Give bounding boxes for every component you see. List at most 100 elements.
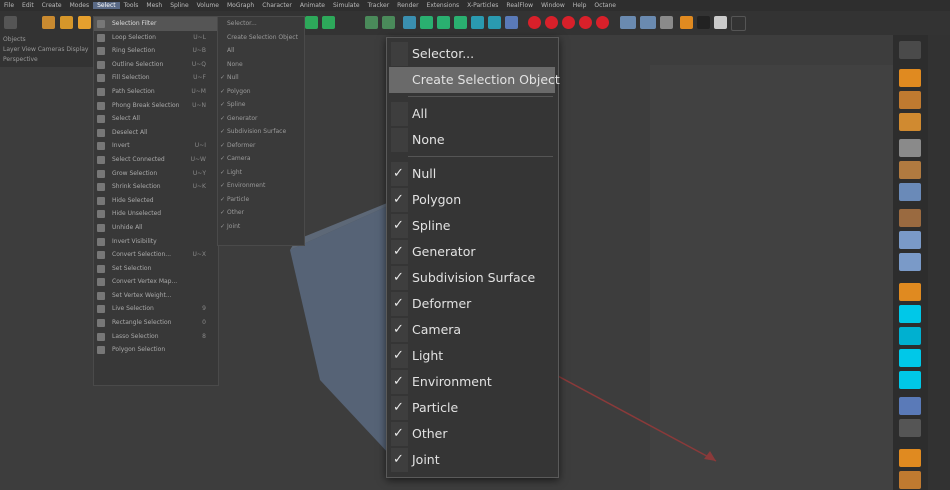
filter-deformer[interactable]: ✓ Deformer xyxy=(389,291,555,317)
menu-item-hide-selected[interactable]: Hide Selected xyxy=(94,194,218,208)
menu-item-path-selection[interactable]: Path Selection U~M xyxy=(94,85,218,99)
move-icon[interactable] xyxy=(42,16,55,29)
menu-octane[interactable]: Octane xyxy=(590,2,620,9)
light-icon[interactable] xyxy=(680,16,693,29)
bg-item[interactable]: None xyxy=(218,58,304,72)
filter-spline[interactable]: ✓ Spline xyxy=(389,213,555,239)
filter-generator[interactable]: ✓ Generator xyxy=(389,239,555,265)
cyan-tool-icon-2[interactable] xyxy=(899,327,921,345)
filter-camera[interactable]: ✓ Camera xyxy=(389,317,555,343)
filter-light[interactable]: ✓ Light xyxy=(389,343,555,369)
menu-edit[interactable]: Edit xyxy=(18,2,38,9)
menu-item-shrink-selection[interactable]: Shrink Selection U~K xyxy=(94,180,218,194)
bg-item[interactable]: ✓ Subdivision Surface xyxy=(218,125,304,139)
cyan-tool-icon-1[interactable] xyxy=(899,305,921,323)
menu-item-select-all[interactable]: Select All xyxy=(94,112,218,126)
spline-icon[interactable] xyxy=(420,16,433,29)
create-selection-object-item[interactable]: Create Selection Object xyxy=(389,67,560,93)
filter-particle[interactable]: ✓ Particle xyxy=(389,395,555,421)
deformer-icon[interactable] xyxy=(471,16,484,29)
menu-spline[interactable]: Spline xyxy=(166,2,192,9)
orange-tool-icon-2[interactable] xyxy=(899,471,921,489)
menu-item-convert-vertex-map[interactable]: Convert Vertex Map... xyxy=(94,275,218,289)
polygon-mode-icon[interactable] xyxy=(899,139,921,157)
menu-item-outline-selection[interactable]: Outline Selection U~Q xyxy=(94,58,218,72)
subdivision-icon[interactable] xyxy=(454,16,467,29)
menu-item-polygon-selection[interactable]: Polygon Selection xyxy=(94,343,218,357)
field-icon[interactable] xyxy=(488,16,501,29)
bg-item[interactable]: Create Selection Object xyxy=(218,31,304,45)
render-view-icon[interactable] xyxy=(620,16,636,29)
bg-item[interactable]: ✓ Joint xyxy=(218,220,304,234)
menu-item-phong-break[interactable]: Phong Break Selection U~N xyxy=(94,99,218,113)
generator-icon[interactable] xyxy=(437,16,450,29)
menu-render[interactable]: Render xyxy=(393,2,422,9)
cyan-tool-icon-3[interactable] xyxy=(899,349,921,367)
selector-item[interactable]: Selector... xyxy=(389,41,555,67)
snap-settings-icon[interactable] xyxy=(899,253,921,271)
menu-item-set-vertex-weight[interactable]: Set Vertex Weight... xyxy=(94,289,218,303)
scene-icon[interactable] xyxy=(505,16,518,29)
orange-tool-icon[interactable] xyxy=(899,449,921,467)
menu-item-loop-selection[interactable]: Loop Selection U~L xyxy=(94,31,218,45)
menu-item-fill-selection[interactable]: Fill Selection U~F xyxy=(94,71,218,85)
menu-animate[interactable]: Animate xyxy=(296,2,329,9)
menu-x-particles[interactable]: X-Particles xyxy=(463,2,502,9)
menu-simulate[interactable]: Simulate xyxy=(329,2,364,9)
bg-item[interactable]: ✓ Polygon xyxy=(218,85,304,99)
menu-character[interactable]: Character xyxy=(258,2,296,9)
sculpt-icon[interactable] xyxy=(899,283,921,301)
undo-icon[interactable] xyxy=(4,16,17,29)
render-icon[interactable] xyxy=(640,16,656,29)
filter-polygon[interactable]: ✓ Polygon xyxy=(389,187,555,213)
selection-filter-item[interactable]: Selection Filter xyxy=(94,17,218,31)
menu-mograph[interactable]: MoGraph xyxy=(223,2,258,9)
menu-tracker[interactable]: Tracker xyxy=(364,2,394,9)
point-icon[interactable] xyxy=(899,91,921,109)
camera-icon[interactable] xyxy=(660,16,673,29)
menu-item-hide-unselected[interactable]: Hide Unselected xyxy=(94,207,218,221)
menu-item-unhide-all[interactable]: Unhide All xyxy=(94,221,218,235)
menu-item-deselect-all[interactable]: Deselect All xyxy=(94,126,218,140)
filter-joint[interactable]: ✓ Joint xyxy=(389,447,555,473)
bg-item[interactable]: ✓ Light xyxy=(218,166,304,180)
all-item[interactable]: All xyxy=(389,101,555,127)
bg-item[interactable]: ✓ Null xyxy=(218,71,304,85)
green-tool-icon-2[interactable] xyxy=(322,16,335,29)
scale-icon[interactable] xyxy=(60,16,73,29)
menu-item-convert-selection[interactable]: Convert Selection... U~X xyxy=(94,248,218,262)
bg-item[interactable]: ✓ Particle xyxy=(218,193,304,207)
sky-icon[interactable] xyxy=(714,16,727,29)
extra-icon[interactable] xyxy=(731,16,746,31)
objects-tab[interactable]: Objects xyxy=(0,35,95,45)
bg-item[interactable]: ✓ Deformer xyxy=(218,139,304,153)
menu-item-lasso-selection[interactable]: Lasso Selection 8 xyxy=(94,330,218,344)
filter-subdivision-surface[interactable]: ✓ Subdivision Surface xyxy=(389,265,555,291)
menu-help[interactable]: Help xyxy=(569,2,591,9)
bg-item[interactable]: Selector... xyxy=(218,17,304,31)
menu-item-rectangle-selection[interactable]: Rectangle Selection 0 xyxy=(94,316,218,330)
bg-item[interactable]: ✓ Environment xyxy=(218,179,304,193)
menu-mesh[interactable]: Mesh xyxy=(142,2,166,9)
menu-tools[interactable]: Tools xyxy=(120,2,143,9)
edge-icon[interactable] xyxy=(899,113,921,131)
bg-item[interactable]: All xyxy=(218,44,304,58)
menu-volume[interactable]: Volume xyxy=(193,2,223,9)
record-icon[interactable] xyxy=(528,16,541,29)
filter-environment[interactable]: ✓ Environment xyxy=(389,369,555,395)
workplane-icon[interactable] xyxy=(899,209,921,227)
record-icon-3[interactable] xyxy=(562,16,575,29)
menu-item-ring-selection[interactable]: Ring Selection U~B xyxy=(94,44,218,58)
bg-item[interactable]: ✓ Spline xyxy=(218,98,304,112)
menu-file[interactable]: File xyxy=(0,2,18,9)
uv-icon[interactable] xyxy=(899,161,921,179)
palette-icon-1[interactable] xyxy=(899,41,921,59)
enable-axis-icon[interactable] xyxy=(899,183,921,201)
menu-item-select-connected[interactable]: Select Connected U~W xyxy=(94,153,218,167)
viewport-menu[interactable]: Layer View Cameras Display xyxy=(0,45,95,55)
menu-create[interactable]: Create xyxy=(38,2,66,9)
menu-item-invert-visibility[interactable]: Invert Visibility xyxy=(94,235,218,249)
bg-item[interactable]: ✓ Other xyxy=(218,206,304,220)
menu-item-grow-selection[interactable]: Grow Selection U~Y xyxy=(94,167,218,181)
record-icon-2[interactable] xyxy=(545,16,558,29)
